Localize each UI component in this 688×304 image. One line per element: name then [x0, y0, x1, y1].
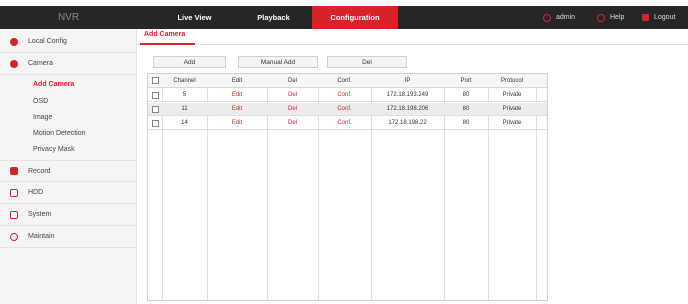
table-row[interactable]: 14 Edit Del Conf. 172.18.198.22 80 Priva…	[148, 117, 547, 130]
sidebar: Local Config Camera Add Camera OSD Image…	[0, 29, 137, 304]
column-header-channel: Channel	[173, 78, 196, 84]
logout-icon	[642, 14, 649, 21]
sidebar-item-label: Camera	[28, 60, 53, 67]
monitor-icon	[10, 210, 18, 219]
column-header-port: Port	[460, 78, 472, 84]
cell-protocol: Private	[502, 92, 522, 98]
cell-port: 80	[462, 106, 470, 112]
user-menu[interactable]: admin	[543, 6, 575, 29]
sidebar-item-record[interactable]: Record	[0, 160, 137, 182]
cell-ip: 172.18.198.22	[388, 120, 427, 126]
tab-active-indicator	[140, 43, 195, 45]
add-button[interactable]: Add	[153, 56, 226, 68]
user-icon	[543, 13, 551, 22]
brand-logo: NVR	[57, 12, 80, 23]
delete-link[interactable]: Del	[267, 103, 318, 116]
info-icon	[10, 232, 18, 241]
sidebar-item-camera[interactable]: Camera	[0, 53, 137, 75]
delete-link[interactable]: Del	[267, 89, 318, 102]
select-all-checkbox[interactable]	[152, 77, 159, 84]
record-icon	[10, 167, 18, 175]
cell-ip: 172.18.198.206	[386, 106, 429, 112]
top-bar: NVR Live View Playback Configuration adm…	[0, 6, 688, 29]
conf-link[interactable]: Conf.	[318, 89, 371, 102]
table-row[interactable]: 11 Edit Del Conf. 172.18.198.206 80 Priv…	[148, 103, 547, 116]
sidebar-item-label: Record	[28, 167, 51, 175]
cell-protocol: Private	[502, 106, 522, 112]
sidebar-item-label: Maintain	[28, 233, 55, 240]
help-label: Help	[610, 14, 625, 21]
logout-link[interactable]: Logout	[642, 6, 675, 29]
sidebar-subitem-motion-detection[interactable]: Motion Detection	[33, 130, 86, 137]
conf-link[interactable]: Conf.	[318, 117, 371, 130]
nav-playback[interactable]: Playback	[231, 6, 316, 29]
local-config-icon	[10, 37, 18, 46]
logout-label: Logout	[654, 14, 676, 21]
sidebar-item-local-config[interactable]: Local Config	[0, 31, 137, 53]
conf-link[interactable]: Conf.	[318, 103, 371, 116]
tab-divider	[137, 44, 688, 45]
cell-port: 80	[462, 120, 470, 126]
edit-link[interactable]: Edit	[207, 103, 267, 116]
help-icon	[597, 13, 605, 22]
nav-configuration[interactable]: Configuration	[312, 6, 398, 29]
camera-icon	[10, 59, 18, 68]
help-link[interactable]: Help	[597, 6, 624, 29]
sidebar-subitem-privacy-mask[interactable]: Privacy Mask	[33, 146, 75, 153]
cell-channel: 14	[181, 120, 188, 126]
sidebar-item-system[interactable]: System	[0, 204, 137, 226]
row-checkbox[interactable]	[152, 106, 159, 113]
sidebar-item-hdd[interactable]: HDD	[0, 182, 137, 204]
sidebar-subitem-osd[interactable]: OSD	[33, 98, 48, 105]
cell-channel: 11	[181, 106, 188, 112]
edit-link[interactable]: Edit	[207, 117, 267, 130]
column-header-edit: Edit	[231, 78, 243, 84]
edit-link[interactable]: Edit	[207, 89, 267, 102]
column-header-del: Del	[287, 78, 297, 84]
del-button[interactable]: Del	[327, 56, 407, 68]
sidebar-item-maintain[interactable]: Maintain	[0, 226, 137, 248]
column-header-conf: Conf.	[337, 78, 352, 84]
cell-port: 80	[462, 92, 470, 98]
sidebar-subitem-image[interactable]: Image	[33, 114, 52, 121]
table-header: Channel Edit Del Conf. IP Port Protocol	[148, 74, 547, 88]
manual-add-button[interactable]: Manual Add	[238, 56, 318, 68]
sidebar-item-label: Local Config	[28, 38, 67, 45]
sidebar-subitem-add-camera[interactable]: Add Camera	[33, 81, 74, 88]
row-checkbox[interactable]	[152, 92, 159, 99]
cell-channel: 5	[182, 92, 187, 98]
table-row[interactable]: 5 Edit Del Conf. 172.18.193.249 80 Priva…	[148, 89, 547, 102]
sidebar-item-label: System	[28, 211, 52, 218]
nav-live-view[interactable]: Live View	[152, 6, 237, 29]
user-name: admin	[556, 14, 576, 21]
row-checkbox[interactable]	[152, 120, 159, 127]
delete-link[interactable]: Del	[267, 117, 318, 130]
column-header-protocol: Protocol	[500, 78, 523, 84]
cell-protocol: Private	[502, 120, 522, 126]
camera-table: Channel Edit Del Conf. IP Port Protocol …	[147, 73, 548, 301]
sidebar-item-label: HDD	[28, 189, 44, 196]
cell-ip: 172.18.193.249	[386, 92, 429, 98]
column-header-ip: IP	[404, 78, 411, 84]
hdd-icon	[10, 188, 18, 197]
